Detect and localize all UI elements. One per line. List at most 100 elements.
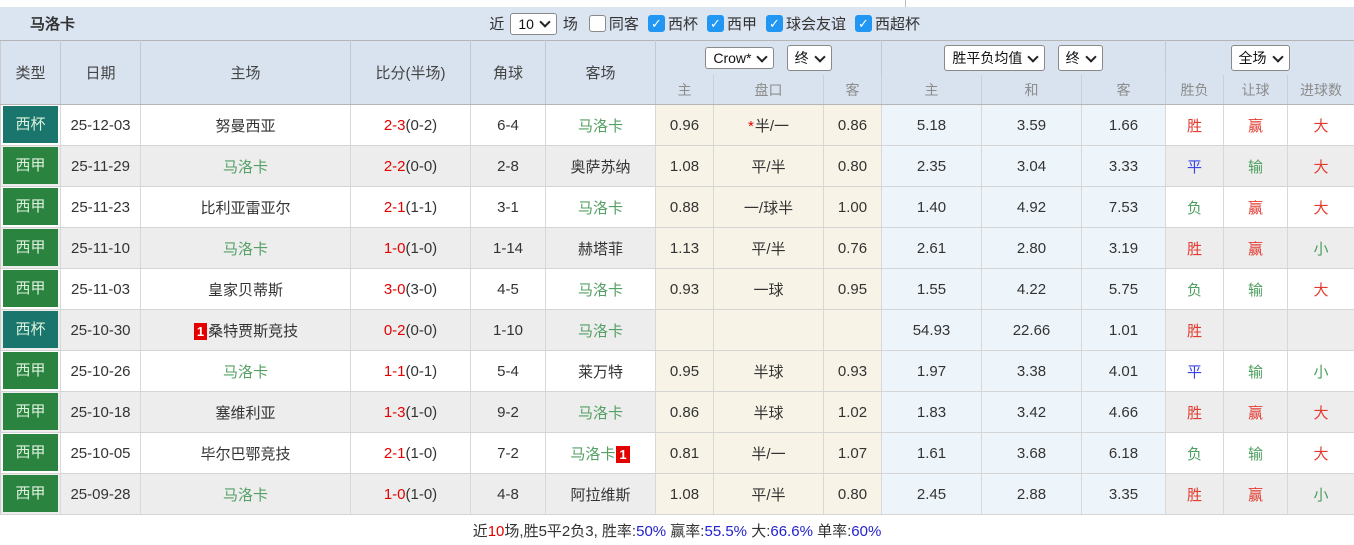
asian-line-value: 半/一 [751,445,786,463]
handicap-result-cell: 输 [1223,268,1288,310]
euro-away-odds-cell: 1.66 [1081,104,1166,146]
score-cell: 1-0(1-0) [350,227,471,269]
competition-cell: 西甲 [0,391,61,433]
competition-badge: 西甲 [3,147,58,184]
competition-badge: 西甲 [3,229,58,266]
league-checkbox[interactable] [854,15,872,32]
team-name[interactable]: 马洛卡 [570,446,615,463]
asian-away-odds-cell: 0.93 [823,350,882,392]
outcome-cell: 胜 [1165,391,1224,433]
goals-value: 大 [1313,117,1329,135]
same-opponent-label: 同客 [608,16,639,33]
col-header-score: 比分(半场) [350,40,471,105]
handicap-result-cell: 赢 [1223,391,1288,433]
team-name[interactable]: 桑特贾斯竞技 [208,323,298,340]
team-name[interactable]: 马洛卡 [223,159,268,176]
team-name[interactable]: 马洛卡 [578,118,623,135]
chevron-down-icon [1271,50,1284,63]
euro-draw-odds-cell: 4.92 [981,186,1082,228]
euro-time-select[interactable]: 终 [1057,45,1103,71]
league-checkbox[interactable] [706,15,724,32]
date-cell: 25-10-05 [60,432,141,474]
chevron-down-icon [1084,50,1097,63]
competition-cell: 西杯 [0,309,61,351]
full-score: 2-1 [383,444,406,462]
outcome-value: 平 [1186,158,1202,176]
recent-count-select[interactable]: 10 [510,12,557,35]
scope-select[interactable]: 全场 [1230,45,1290,71]
league-checkbox[interactable] [765,15,783,32]
asian-line-value: 半球 [753,363,784,381]
match-history-table: 类型 日期 主场 比分(半场) 角球 客场 Crow* 终 胜平负均值 终 全场… [0,40,1354,515]
scope-select-value: 全场 [1238,50,1267,66]
bookmaker-select[interactable]: Crow* [705,47,775,69]
handicap-value: 赢 [1247,199,1263,217]
outcome-cell: 负 [1165,186,1224,228]
team-name[interactable]: 马洛卡 [223,364,268,381]
team-name[interactable]: 马洛卡 [578,405,623,422]
handicap-result-cell [1223,309,1288,351]
euro-draw-odds-cell: 4.22 [981,268,1082,310]
asian-time-select-value: 终 [794,50,809,66]
col-header-home: 主场 [140,40,351,105]
goals-value: 大 [1313,281,1329,299]
home-team-cell: 马洛卡 [140,473,351,515]
euro-home-odds-cell: 1.97 [881,350,982,392]
asian-line-cell: 平/半 [713,473,824,515]
goals-value: 大 [1313,404,1329,422]
team-name[interactable]: 马洛卡 [578,282,623,299]
team-name[interactable]: 马洛卡 [223,487,268,504]
team-name[interactable]: 莱万特 [578,364,623,381]
home-team-cell: 毕尔巴鄂竞技 [140,432,351,474]
sub-header-euro-away: 客 [1081,75,1166,105]
match-row: 西杯 25-12-03 努曼西亚 2-3(0-2) 6-4 马洛卡 0.96 *半/一 0.86… [0,104,1354,146]
asian-line-cell [713,309,824,351]
asian-time-select[interactable]: 终 [786,45,832,71]
team-name[interactable]: 毕尔巴鄂竞技 [200,446,290,463]
team-name[interactable]: 皇家贝蒂斯 [208,282,283,299]
summary-text-part: 50% [636,523,667,540]
home-team-cell: 塞维利亚 [140,391,351,433]
asian-away-odds-cell: 0.80 [823,473,882,515]
away-team-cell: 马洛卡 [545,309,656,351]
same-opponent-checkbox[interactable] [588,15,606,32]
top-strip-divider [905,0,906,7]
matches-label: 场 [562,16,578,33]
match-row: 西甲 25-10-26 马洛卡 1-1(0-1) 5-4 莱万特 0.95 半球 0.93 1.9… [0,350,1354,392]
outcome-cell: 负 [1165,268,1224,310]
competition-cell: 西甲 [0,268,61,310]
away-team-cell: 马洛卡 [545,391,656,433]
half-score: (0-0) [405,157,438,175]
team-name[interactable]: 马洛卡 [223,241,268,258]
asian-line-value: 平/半 [751,486,786,504]
euro-average-select[interactable]: 胜平负均值 [944,45,1046,71]
team-name[interactable]: 马洛卡 [578,323,623,340]
team-name[interactable]: 比利亚雷亚尔 [200,200,290,217]
team-name[interactable]: 奥萨苏纳 [570,159,630,176]
league-checkbox[interactable] [647,15,665,32]
asian-home-odds-cell: 0.88 [655,186,714,228]
euro-average-select-value: 胜平负均值 [952,50,1023,66]
euro-home-odds-cell: 2.61 [881,227,982,269]
chevron-down-icon [539,16,551,28]
team-name[interactable]: 努曼西亚 [215,118,275,135]
team-name[interactable]: 阿拉维斯 [570,487,630,504]
team-name[interactable]: 马洛卡 [578,200,623,217]
match-row: 西甲 25-11-29 马洛卡 2-2(0-0) 2-8 奥萨苏纳 1.08 平/半 0.80 2… [0,145,1354,187]
asian-line-cell: *半/一 [713,104,824,146]
team-name[interactable]: 塞维利亚 [215,405,275,422]
euro-away-odds-cell: 3.33 [1081,145,1166,187]
home-team-cell: 皇家贝蒂斯 [140,268,351,310]
top-bar: 马洛卡 近 10 场 同客 西杯 西甲 球会友谊 西超杯 [0,7,1354,40]
date-cell: 25-12-03 [60,104,141,146]
sub-header-asian-home: 主 [655,75,714,105]
page-title: 马洛卡 [30,16,76,33]
team-name[interactable]: 赫塔菲 [578,241,623,258]
asian-line-cell: 半/一 [713,432,824,474]
goals-result-cell: 小 [1287,227,1354,269]
away-team-cell: 莱万特 [545,350,656,392]
half-score: (1-0) [405,239,438,257]
match-row: 西甲 25-11-03 皇家贝蒂斯 3-0(3-0) 4-5 马洛卡 0.93 一球 0.95 1… [0,268,1354,310]
euro-odds-group-header: 胜平负均值 终 [881,40,1166,75]
asian-line-value: 一/球半 [743,199,794,217]
